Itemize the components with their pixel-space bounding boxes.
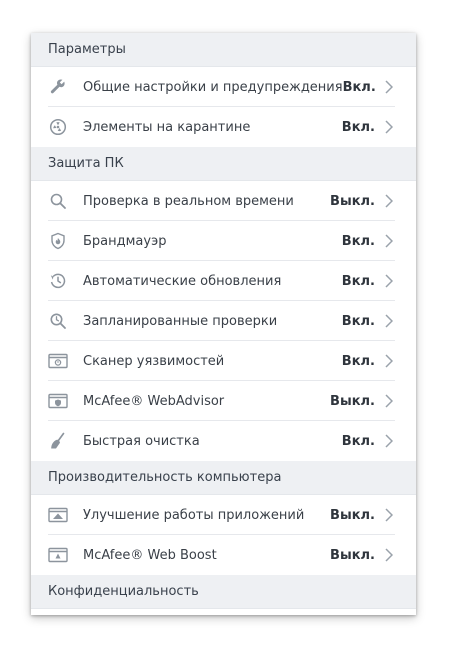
item-label: Элементы на карантине (83, 119, 251, 135)
settings-item-auto-updates[interactable]: Автоматические обновления Вкл. (31, 261, 416, 301)
vulnerability-scanner-icon (48, 351, 68, 371)
status-value: Вкл. (341, 119, 375, 135)
item-label: Проверка в реальном времени (83, 193, 294, 209)
item-label: Брандмауэр (83, 233, 167, 249)
item-label: Улучшение работы приложений (83, 507, 305, 523)
item-label: Автоматические обновления (83, 273, 282, 289)
broom-icon (48, 431, 68, 451)
chevron-right-icon (384, 433, 394, 449)
settings-item-quick-clean[interactable]: Быстрая очистка Вкл. (31, 421, 416, 461)
quarantine-icon (48, 117, 68, 137)
settings-item-scheduled-scans[interactable]: Запланированные проверки Вкл. (31, 301, 416, 341)
chevron-right-icon (384, 193, 394, 209)
chevron-right-icon (384, 353, 394, 369)
chevron-right-icon (384, 393, 394, 409)
wrench-icon (48, 77, 68, 97)
item-label: McAfee® WebAdvisor (83, 393, 225, 409)
section-header-settings: Параметры (31, 33, 416, 67)
settings-panel: Параметры Общие настройки и предупрежден… (31, 33, 416, 615)
item-label: Сканер уязвимостей (83, 353, 225, 369)
section-header-privacy: Конфиденциальность (31, 575, 416, 609)
status-value: Вкл. (341, 353, 375, 369)
search-icon (48, 191, 68, 211)
item-label: Общие настройки и предупреждения (83, 79, 343, 95)
chevron-right-icon (384, 233, 394, 249)
item-label: Запланированные проверки (83, 313, 278, 329)
chevron-right-icon (384, 507, 394, 523)
update-clock-icon (48, 271, 68, 291)
chevron-right-icon (385, 79, 394, 95)
firewall-shield-icon (48, 231, 68, 251)
settings-item-webadvisor[interactable]: McAfee® WebAdvisor Выкл. (31, 381, 416, 421)
settings-item-app-boost[interactable]: Улучшение работы приложений Выкл. (31, 495, 416, 535)
status-value: Выкл. (330, 547, 375, 563)
status-value: Выкл. (330, 193, 375, 209)
settings-item-web-boost[interactable]: McAfee® Web Boost Выкл. (31, 535, 416, 575)
status-value: Выкл. (330, 393, 375, 409)
chevron-right-icon (384, 273, 394, 289)
chevron-right-icon (384, 313, 394, 329)
settings-item-firewall[interactable]: Брандмауэр Вкл. (31, 221, 416, 261)
chevron-right-icon (384, 547, 394, 563)
item-label: Быстрая очистка (83, 433, 200, 449)
section-header-pc-performance: Производительность компьютера (31, 461, 416, 495)
settings-item-general[interactable]: Общие настройки и предупреждения Вкл. (31, 67, 416, 107)
item-label: McAfee® Web Boost (83, 547, 217, 563)
scheduled-scan-icon (48, 311, 68, 331)
section-header-pc-protection: Защита ПК (31, 147, 416, 181)
webadvisor-icon (48, 391, 68, 411)
chevron-right-icon (384, 119, 394, 135)
settings-item-quarantine[interactable]: Элементы на карантине Вкл. (31, 107, 416, 147)
settings-item-realtime-scan[interactable]: Проверка в реальном времени Выкл. (31, 181, 416, 221)
app-boost-icon (48, 505, 68, 525)
status-value: Вкл. (341, 273, 375, 289)
status-value: Вкл. (341, 313, 375, 329)
web-boost-icon (48, 545, 68, 565)
status-value: Выкл. (330, 507, 375, 523)
status-value: Вкл. (341, 233, 375, 249)
status-value: Вкл. (342, 79, 376, 95)
settings-item-vulnerability-scanner[interactable]: Сканер уязвимостей Вкл. (31, 341, 416, 381)
status-value: Вкл. (341, 433, 375, 449)
